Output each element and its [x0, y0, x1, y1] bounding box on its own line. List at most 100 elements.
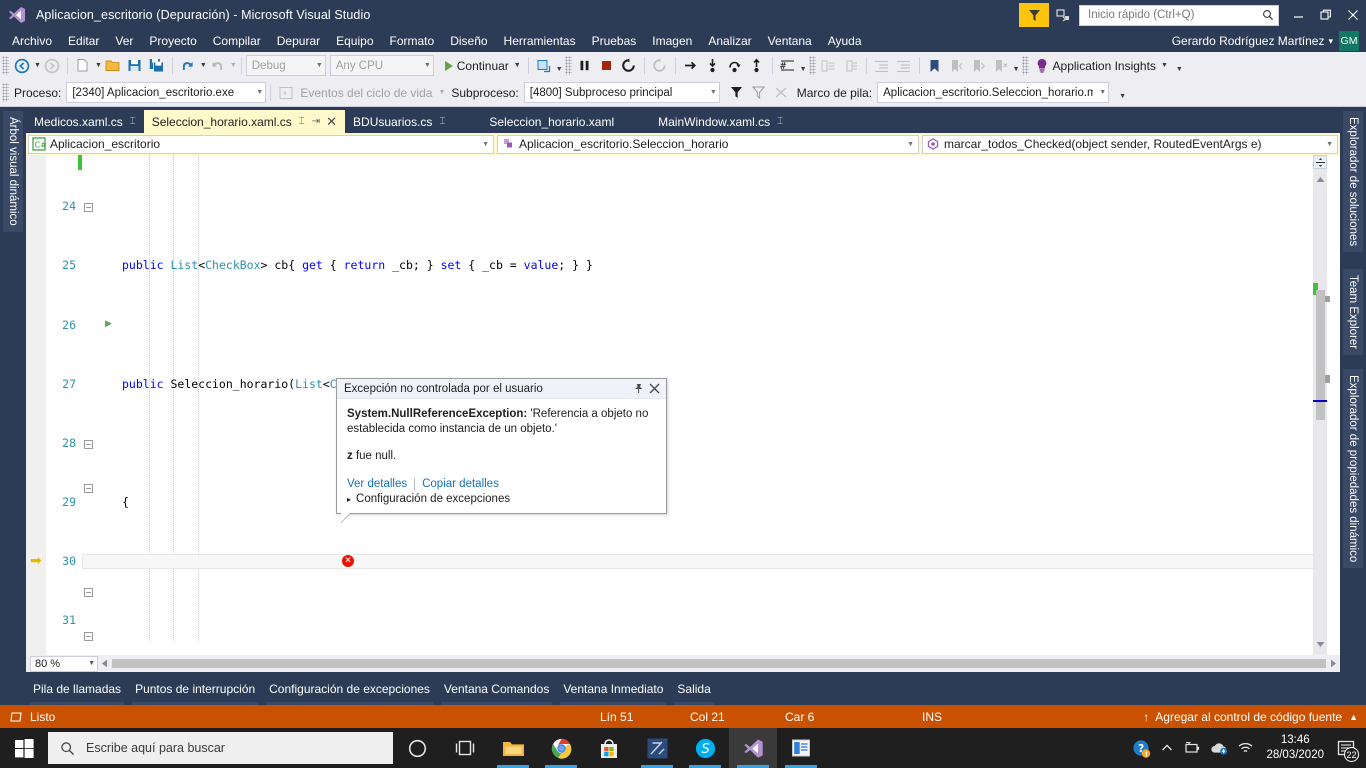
- save-icon[interactable]: [124, 55, 146, 77]
- microsoft-store-icon[interactable]: [585, 728, 633, 768]
- file-explorer-icon[interactable]: [489, 728, 537, 768]
- close-button[interactable]: [1339, 1, 1366, 29]
- menu-compilar[interactable]: Compilar: [205, 31, 269, 51]
- menu-diseno[interactable]: Diseño: [442, 31, 495, 51]
- increase-indent-icon[interactable]: [871, 55, 893, 77]
- chevron-down-icon[interactable]: ▼: [438, 89, 445, 96]
- toolbar-grip[interactable]: [2, 83, 9, 102]
- chevron-down-icon[interactable]: ▼: [514, 62, 521, 69]
- user-name[interactable]: Gerardo Rodríguez Martínez: [1172, 34, 1325, 48]
- comment-selection-icon[interactable]: [818, 55, 840, 77]
- navigate-back-icon[interactable]: [11, 55, 33, 77]
- toggle-bookmark-icon[interactable]: [924, 55, 946, 77]
- redo-icon[interactable]: [207, 55, 229, 77]
- scroll-right-arrow-icon[interactable]: [1327, 656, 1340, 671]
- tab-salida[interactable]: Salida: [670, 680, 717, 705]
- project-combo[interactable]: C# Aplicacion_escritorio ▼: [28, 134, 494, 154]
- thread-combo[interactable]: [4800] Subproceso principal ▼: [523, 82, 720, 103]
- tab-seleccion-horario-xaml[interactable]: Seleccion_horario.xaml: [453, 110, 650, 133]
- sidebar-tab-team-explorer[interactable]: Team Explorer: [1343, 269, 1363, 356]
- toolbar-grip[interactable]: [564, 56, 572, 75]
- stop-icon[interactable]: [596, 55, 618, 77]
- toolbar-grip[interactable]: [1021, 56, 1029, 75]
- code-editor[interactable]: ➡ ▶ − − − − − 24 25 public List<CheckBox…: [26, 155, 1340, 655]
- menu-proyecto[interactable]: Proyecto: [141, 31, 204, 51]
- decrease-indent-icon[interactable]: [893, 55, 915, 77]
- unpin-icon[interactable]: ⇥: [312, 116, 320, 127]
- navigate-back-caret-icon[interactable]: ▼: [34, 62, 41, 69]
- toolbar-overflow-icon[interactable]: ▼: [800, 66, 807, 73]
- application-insights-icon[interactable]: [1031, 55, 1053, 77]
- source-control-area[interactable]: ↑ Agregar al control de código fuente ▲: [1143, 710, 1358, 724]
- taskbar-search-box[interactable]: Escribe aquí para buscar: [48, 732, 393, 764]
- menu-formato[interactable]: Formato: [382, 31, 443, 51]
- toolbar-overflow-icon[interactable]: ▼: [1013, 66, 1020, 73]
- new-item-icon[interactable]: [72, 55, 94, 77]
- scroll-down-arrow-icon[interactable]: [1313, 636, 1327, 652]
- skype-icon[interactable]: S: [681, 728, 729, 768]
- tab-ventana-inmediato[interactable]: Ventana Inmediato: [556, 680, 670, 705]
- step-into-icon[interactable]: [702, 55, 724, 77]
- visual-studio-icon[interactable]: [729, 728, 777, 768]
- show-next-statement-arrow-icon[interactable]: [680, 55, 702, 77]
- pin-icon[interactable]: [630, 381, 646, 397]
- tab-puntos-de-interrupcion[interactable]: Puntos de interrupción: [128, 680, 262, 705]
- environment-selector-icon[interactable]: [1051, 3, 1075, 27]
- tab-seleccion-horario-xaml-cs[interactable]: Seleccion_horario.xaml.cs ⌶ ⇥ ✕: [143, 110, 346, 133]
- attach-to-process-icon[interactable]: [533, 55, 555, 77]
- unflag-thread-icon[interactable]: [770, 82, 792, 104]
- toolbar-grip[interactable]: [808, 56, 816, 75]
- blend-icon[interactable]: [633, 728, 681, 768]
- toolbar-grip[interactable]: [2, 56, 9, 75]
- windows-start-icon[interactable]: [0, 728, 48, 768]
- exception-popup[interactable]: Excepción no controlada por el usuario S…: [336, 378, 667, 522]
- menu-analizar[interactable]: Analizar: [700, 31, 759, 51]
- flag-thread-icon[interactable]: [748, 82, 770, 104]
- scroll-up-arrow-icon[interactable]: [1313, 171, 1327, 187]
- close-icon[interactable]: ✕: [326, 114, 337, 130]
- tab-bdusuarios-cs[interactable]: BDUsuarios.cs ⌶: [345, 110, 453, 133]
- menu-ayuda[interactable]: Ayuda: [820, 31, 870, 51]
- chevron-up-icon[interactable]: ▲: [1349, 712, 1358, 722]
- close-icon[interactable]: [646, 381, 662, 397]
- pin-icon[interactable]: ⌶: [130, 116, 136, 127]
- menu-imagen[interactable]: Imagen: [644, 31, 700, 51]
- quick-launch-input[interactable]: [1086, 8, 1262, 22]
- toolbar-overflow-icon[interactable]: ▼: [1176, 66, 1183, 73]
- menu-ver[interactable]: Ver: [107, 31, 141, 51]
- uncomment-selection-icon[interactable]: [840, 55, 862, 77]
- tab-ventana-comandos[interactable]: Ventana Comandos: [437, 680, 556, 705]
- chevron-down-icon[interactable]: ▼: [1161, 62, 1168, 69]
- code-lines[interactable]: 24 25 public List<CheckBox> cb{ get { re…: [26, 155, 1320, 642]
- view-details-link[interactable]: Ver detalles: [347, 478, 407, 490]
- toolbar-overflow-icon[interactable]: ▼: [556, 66, 563, 73]
- tab-pila-de-llamadas[interactable]: Pila de llamadas: [26, 680, 128, 705]
- avatar[interactable]: GM: [1339, 31, 1359, 51]
- taskbar-clock[interactable]: 13:46 28/03/2020: [1266, 733, 1324, 763]
- help-question-icon[interactable]: ? !: [1128, 728, 1154, 768]
- navigate-forward-icon[interactable]: [41, 55, 63, 77]
- menu-equipo[interactable]: Equipo: [328, 31, 381, 51]
- step-out-icon[interactable]: [746, 55, 768, 77]
- open-file-icon[interactable]: [102, 55, 124, 77]
- error-exclamation-icon[interactable]: ✕: [342, 555, 354, 567]
- split-view-handle[interactable]: [1313, 155, 1327, 169]
- sidebar-tab-explorador-de-soluciones[interactable]: Explorador de soluciones: [1343, 111, 1363, 253]
- editor-horizontal-scrollbar[interactable]: 80 % ▼: [26, 655, 1340, 672]
- battery-icon[interactable]: [1180, 728, 1206, 768]
- tab-medicos-xaml-cs[interactable]: Medicos.xaml.cs ⌶: [26, 110, 144, 133]
- member-combo[interactable]: marcar_todos_Checked(object sender, Rout…: [922, 134, 1338, 154]
- restart-debug-icon[interactable]: [618, 55, 640, 77]
- google-chrome-icon[interactable]: [537, 728, 585, 768]
- stack-frame-combo[interactable]: Aplicacion_escritorio.Seleccion_horario.…: [877, 82, 1110, 103]
- minimize-button[interactable]: [1285, 1, 1312, 29]
- tab-configuracion-de-excepciones[interactable]: Configuración de excepciones: [262, 680, 437, 705]
- pin-icon[interactable]: ⌶: [299, 116, 305, 127]
- pin-icon[interactable]: ⌶: [777, 116, 783, 127]
- chevron-down-icon[interactable]: ▾: [1328, 36, 1333, 47]
- menu-archivo[interactable]: Archivo: [4, 31, 60, 51]
- menu-ventana[interactable]: Ventana: [760, 31, 820, 51]
- quick-launch-box[interactable]: [1079, 4, 1279, 26]
- toggle-line-numbers-icon[interactable]: #: [777, 55, 799, 77]
- exception-settings-toggle[interactable]: ▸ Configuración de excepciones: [347, 493, 656, 505]
